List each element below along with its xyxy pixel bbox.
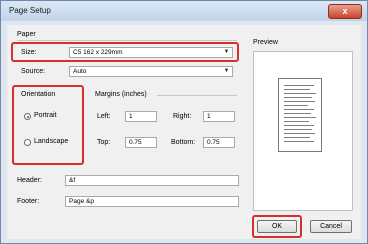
page-setup-dialog: Page Setup x Paper Size: C5 162 x 229mm …: [0, 0, 368, 244]
chevron-down-icon: ▼: [223, 68, 230, 74]
preview-line: [284, 85, 314, 86]
source-dropdown[interactable]: Auto ▼: [69, 66, 233, 77]
footer-value: Page &p: [69, 198, 94, 205]
source-label: Source:: [21, 68, 46, 75]
preview-line: [284, 129, 312, 130]
bottom-margin-value: 0.75: [207, 139, 220, 146]
preview-line: [284, 141, 314, 142]
preview-line: [284, 121, 309, 122]
margins-group-divider: [157, 95, 237, 96]
preview-line: [284, 113, 311, 114]
cancel-button-label: Cancel: [320, 223, 342, 230]
margins-group-label: Margins (inches): [95, 91, 147, 98]
preview-line: [284, 125, 314, 126]
preview-line: [284, 133, 315, 134]
preview-line: [284, 117, 316, 118]
right-margin-input[interactable]: 1: [203, 111, 235, 122]
window-title: Page Setup: [9, 6, 51, 15]
preview-line: [284, 137, 310, 138]
preview-line: [284, 109, 314, 110]
top-margin-input[interactable]: 0.75: [125, 137, 157, 148]
orientation-highlight: [12, 85, 84, 165]
footer-input[interactable]: Page &p: [65, 196, 239, 207]
header-label: Header:: [17, 177, 42, 184]
bottom-margin-input[interactable]: 0.75: [203, 137, 235, 148]
paper-group-divider: [17, 40, 237, 41]
preview-label: Preview: [253, 39, 278, 46]
title-bar: Page Setup x: [1, 1, 367, 21]
close-icon: x: [342, 6, 348, 16]
top-margin-label: Top:: [97, 139, 111, 146]
header-value: &f: [69, 177, 76, 184]
preview-line: [284, 105, 308, 106]
preview-line: [284, 101, 315, 102]
bottom-margin-label: Bottom:: [171, 139, 196, 146]
cancel-button[interactable]: Cancel: [310, 220, 352, 233]
preview-line: [284, 97, 312, 98]
footer-label: Footer:: [17, 198, 40, 205]
size-highlight: [11, 42, 239, 62]
right-margin-value: 1: [207, 113, 211, 120]
left-margin-value: 1: [129, 113, 133, 120]
preview-pane: [253, 51, 353, 211]
preview-line: [284, 89, 310, 90]
preview-line: [284, 93, 316, 94]
close-button[interactable]: x: [328, 4, 362, 19]
ok-highlight: [252, 215, 302, 238]
left-margin-label: Left:: [97, 113, 111, 120]
dialog-body: Paper Size: C5 162 x 229mm ▼ Source: Aut…: [7, 25, 361, 239]
header-input[interactable]: &f: [65, 175, 239, 186]
right-margin-label: Right:: [173, 113, 192, 120]
source-value: Auto: [73, 68, 87, 75]
left-margin-input[interactable]: 1: [125, 111, 157, 122]
paper-group-label: Paper: [17, 31, 36, 38]
top-margin-value: 0.75: [129, 139, 142, 146]
preview-page: [278, 78, 322, 152]
